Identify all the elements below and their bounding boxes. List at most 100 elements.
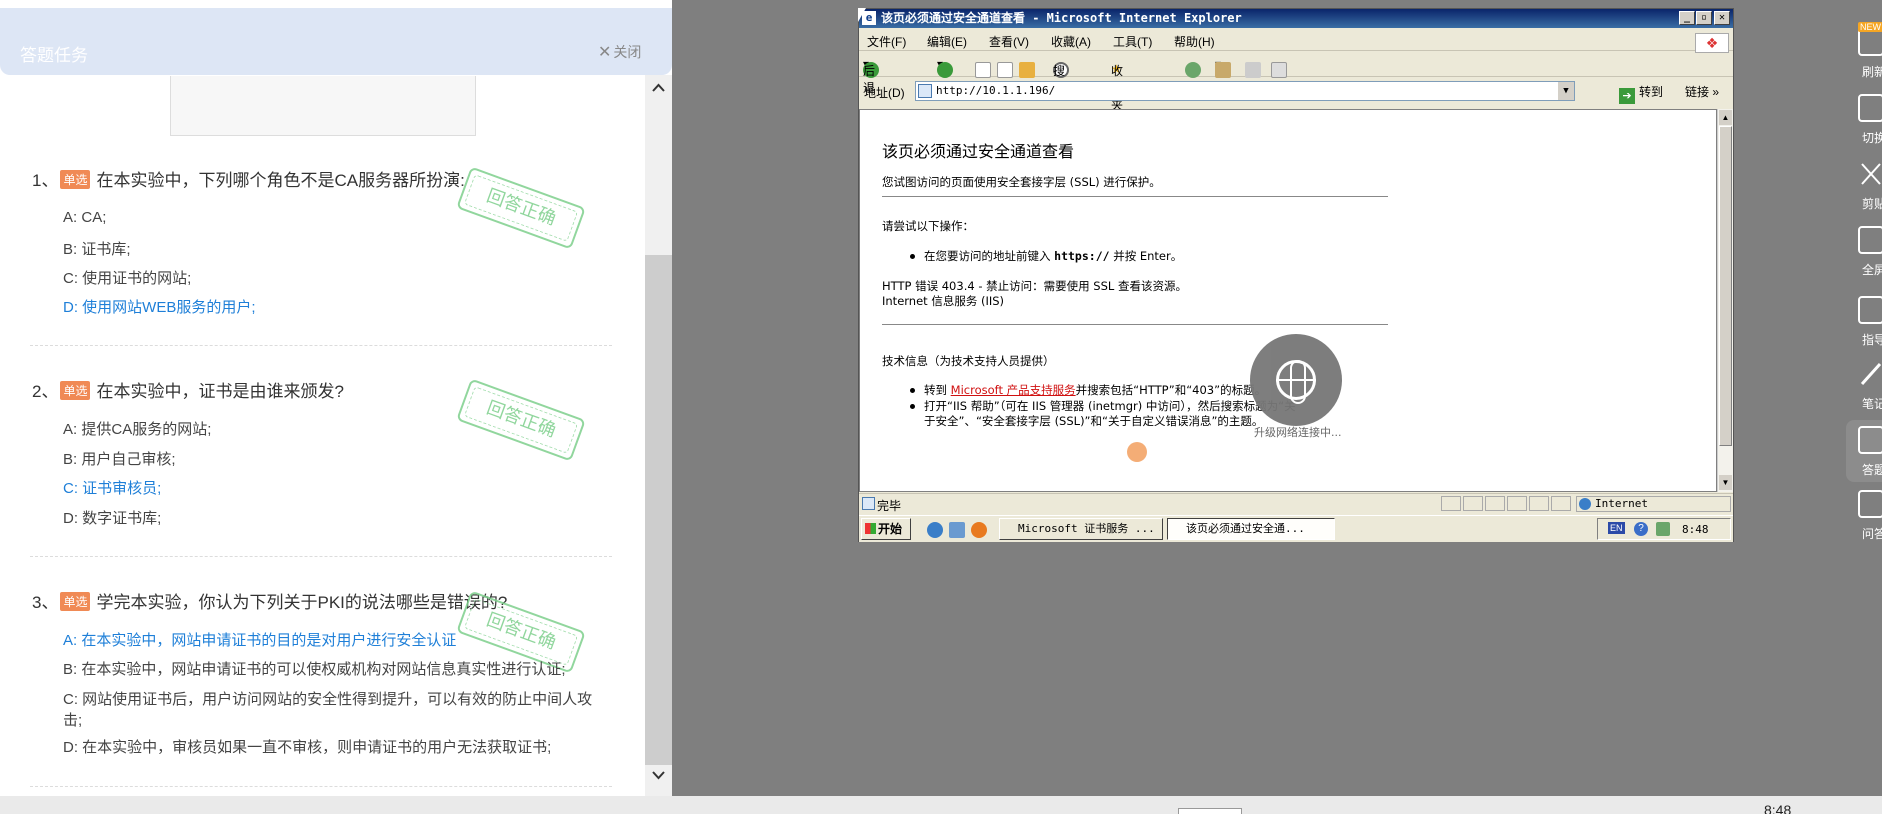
sidebar-item-label: 刷新	[1862, 65, 1882, 79]
task-title: 答题任务	[20, 46, 88, 65]
scroll-up-icon[interactable]: ▲	[1719, 110, 1732, 125]
ie-window: e 该页必须通过安全通道查看 - Microsoft Internet Expl…	[858, 8, 1734, 542]
page-tech-bullet-1: 转到 Microsoft 产品支持服务并搜索包括“HTTP”和“403”的标题。	[924, 383, 1267, 397]
window-close-button[interactable]: ✕	[1714, 11, 1730, 25]
question-2-option-c[interactable]: C: 证书审核员;	[63, 477, 161, 498]
address-input[interactable]: http://10.1.1.196/ ▼	[915, 81, 1575, 101]
menu-view[interactable]: 查看(V)	[989, 33, 1029, 50]
single-choice-tag: 单选	[60, 381, 91, 400]
menu-favorites[interactable]: 收藏(A)	[1051, 33, 1091, 50]
page-scrollbar[interactable]: ▲ ▼	[1717, 109, 1733, 492]
question-3-option-c[interactable]: C: 网站使用证书后，用户访问网站的安全性得到提升，可以有效的防止中间人攻击;	[63, 688, 603, 730]
sidebar-item-answer[interactable]: 答题	[1846, 420, 1882, 482]
support-link[interactable]: Microsoft 产品支持服务	[951, 383, 1076, 397]
firefox-quicklaunch-icon[interactable]	[971, 522, 987, 538]
chevron-down-icon[interactable]	[645, 765, 672, 785]
ie-toolbar: 后退 ▾ ▾ 搜索 ★ 收藏夹 ▾	[859, 52, 1733, 112]
question-1-option-c[interactable]: C: 使用证书的网站;	[63, 267, 191, 288]
question-1-option-d[interactable]: D: 使用网站WEB服务的用户;	[63, 296, 256, 317]
page-ssl-text: 您试图访问的页面使用安全套接字层 (SSL) 进行保护。	[882, 175, 1161, 189]
help-icon[interactable]: ?	[1634, 522, 1648, 536]
menu-edit[interactable]: 编辑(E)	[927, 33, 967, 50]
bottom-clock: 8:48	[1764, 802, 1792, 814]
panel-scroll-thumb[interactable]	[645, 255, 672, 765]
close-button[interactable]: ✕ 关闭	[598, 42, 641, 62]
ie-page-content: 该页必须通过安全通道查看 您试图访问的页面使用安全套接字层 (SSL) 进行保护…	[859, 109, 1717, 492]
sidebar-item-label: 全屏	[1862, 263, 1882, 277]
bottom-input-box[interactable]	[1178, 808, 1242, 814]
address-value: http://10.1.1.196/	[936, 84, 1056, 97]
divider	[882, 196, 1388, 197]
sidebar-item-notes[interactable]: 笔记	[1846, 360, 1882, 424]
menu-file[interactable]: 文件(F)	[867, 33, 906, 50]
sidebar-item-refresh[interactable]: NEW 刷新	[1846, 22, 1882, 92]
switch-icon	[1858, 94, 1882, 122]
bullet	[910, 254, 915, 259]
dropdown-arrow-icon[interactable]: ▼	[1558, 82, 1574, 100]
sidebar-item-switch[interactable]: 切换	[1846, 94, 1882, 158]
close-label: 关闭	[613, 44, 642, 60]
forward-button[interactable]: ▾	[937, 57, 953, 78]
mail-button[interactable]: ▾	[1215, 57, 1231, 78]
links-button[interactable]: 链接 »	[1685, 83, 1719, 100]
address-label: 地址(D)	[864, 86, 905, 100]
maximize-button[interactable]: ▫	[1696, 11, 1712, 25]
divider	[30, 345, 612, 346]
network-icon[interactable]	[1656, 522, 1670, 536]
sidebar-item-label: 笔记	[1862, 397, 1882, 411]
taskbar-item-cert-service[interactable]: Microsoft 证书服务 ...	[999, 518, 1163, 540]
single-choice-tag: 单选	[60, 592, 91, 611]
question-3-option-a[interactable]: A: 在本实验中，网站申请证书的目的是对用户进行安全认证	[63, 629, 456, 650]
question-1-option-a[interactable]: A: CA;	[63, 209, 106, 226]
page-iis-line: Internet 信息服务 (IIS)	[882, 294, 1005, 308]
page-tech-label: 技术信息（为技术支持人员提供）	[882, 354, 1055, 368]
back-button[interactable]: 后退 ▾	[863, 57, 879, 95]
home-icon	[1019, 62, 1035, 78]
sidebar-item-clip[interactable]: 剪贴	[1846, 160, 1882, 224]
sidebar-item-label: 切换	[1862, 131, 1882, 145]
minimize-button[interactable]: _	[1679, 11, 1695, 25]
scroll-down-icon[interactable]: ▼	[1719, 475, 1732, 490]
page-tech-bullet-2a: 打开“IIS 帮助”（可在 IIS 管理器 (inetmgr) 中访问），然后搜…	[924, 399, 1296, 413]
question-2-option-b[interactable]: B: 用户自己审核;	[63, 448, 176, 469]
ie-quicklaunch-icon[interactable]	[927, 522, 943, 538]
click-indicator	[1127, 442, 1147, 462]
question-panel: 答题任务 ✕ 关闭 1、 单选 在本实验中，下列哪个角色不是CA服务器所扮演: 回答正…	[0, 0, 672, 796]
ie-addressbar: 地址(D) http://10.1.1.196/ ▼ ➔ 转到 链接 »	[859, 79, 1733, 104]
forward-arrow-icon	[937, 62, 953, 78]
security-zone: Internet	[1576, 496, 1731, 512]
print-icon	[1245, 62, 1261, 78]
question-image	[170, 76, 476, 136]
divider	[30, 786, 612, 787]
sidebar-item-qa[interactable]: 问答	[1846, 490, 1882, 554]
sidebar-item-guide[interactable]: 指导	[1846, 296, 1882, 360]
menu-help[interactable]: 帮助(H)	[1174, 33, 1215, 50]
question-3-option-d[interactable]: D: 在本实验中，审核员如果一直不审核，则申请证书的用户无法获取证书;	[63, 736, 551, 757]
sidebar-item-label: 问答	[1862, 527, 1882, 541]
question-2-title: 2、 单选 在本实验中，证书是由谁来颁发?	[32, 377, 344, 402]
question-text: 在本实验中，下列哪个角色不是CA服务器所扮演:	[96, 171, 465, 190]
mouse-cursor	[858, 8, 866, 22]
question-2-option-a[interactable]: A: 提供CA服务的网站;	[63, 418, 211, 439]
question-text: 学完本实验，你认为下列关于PKI的说法哪些是错误的?	[96, 593, 508, 612]
chevron-up-icon[interactable]	[645, 78, 672, 98]
bullet	[910, 404, 915, 409]
ie-titlebar[interactable]: e 该页必须通过安全通道查看 - Microsoft Internet Expl…	[859, 9, 1733, 28]
question-3-option-b[interactable]: B: 在本实验中，网站申请证书的可以使权威机构对网站信息真实性进行认证;	[63, 658, 566, 679]
taskbar-item-ssl-page[interactable]: 该页必须通过安全通...	[1167, 518, 1335, 540]
windows-flag-icon: ❖	[1695, 33, 1729, 53]
ie-statusbar: 完毕 Internet	[859, 493, 1733, 513]
question-1-option-b[interactable]: B: 证书库;	[63, 238, 131, 259]
start-button[interactable]: 开始	[861, 518, 911, 540]
status-pane	[1441, 496, 1461, 511]
language-indicator[interactable]: EN	[1608, 522, 1625, 534]
page-scroll-thumb[interactable]	[1719, 126, 1732, 446]
question-2-option-d[interactable]: D: 数字证书库;	[63, 507, 161, 528]
page-try-label: 请尝试以下操作：	[882, 219, 974, 233]
menu-tools[interactable]: 工具(T)	[1113, 33, 1152, 50]
pen-icon	[1858, 360, 1882, 388]
go-button[interactable]: ➔ 转到	[1619, 83, 1663, 104]
page-icon	[918, 84, 932, 98]
desktop-quicklaunch-icon[interactable]	[949, 522, 965, 538]
sidebar-item-fullscreen[interactable]: 全屏	[1846, 226, 1882, 290]
